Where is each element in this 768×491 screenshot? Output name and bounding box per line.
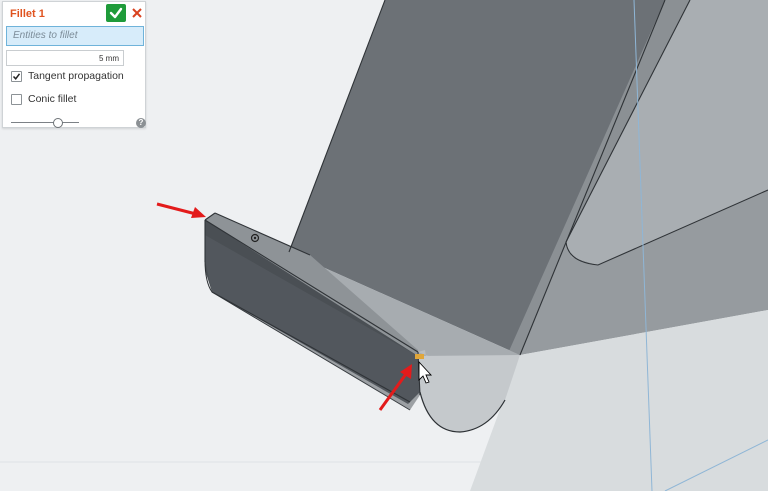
help-icon[interactable]: ? — [136, 118, 146, 128]
entities-to-fillet-field[interactable]: Entities to fillet — [6, 26, 144, 46]
dialog-title: Fillet 1 — [10, 8, 45, 20]
checkmark-icon — [12, 73, 21, 80]
fillet-dialog: Fillet 1 Entities to fillet 5 mm Tangent… — [2, 1, 146, 128]
selected-edge-highlight[interactable] — [415, 354, 424, 359]
radius-input[interactable]: 5 mm — [6, 50, 124, 66]
tangent-propagation-checkbox[interactable] — [11, 71, 22, 82]
tangent-propagation-label: Tangent propagation — [28, 70, 124, 82]
checkmark-icon — [109, 7, 123, 19]
conic-fillet-label: Conic fillet — [28, 93, 77, 105]
slider-track[interactable] — [11, 122, 79, 123]
accept-button[interactable] — [106, 4, 126, 22]
slider-thumb[interactable] — [53, 118, 63, 128]
cancel-button[interactable] — [130, 5, 144, 21]
close-icon — [132, 8, 142, 18]
conic-fillet-checkbox[interactable] — [11, 94, 22, 105]
